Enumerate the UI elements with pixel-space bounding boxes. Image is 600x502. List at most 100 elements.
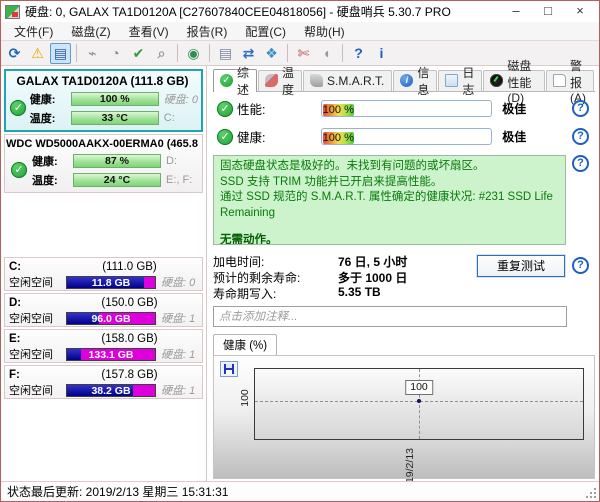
chart-tab-row: 健康 (%) — [213, 333, 595, 355]
power-on-time-value: 76 日, 5 小时 — [338, 253, 407, 269]
status-last-update: 状态最后更新: 2019/2/13 星期三 15:31:31 — [7, 483, 228, 500]
chart-y-tick: 100 — [239, 389, 251, 407]
alerts-icon[interactable]: ⚠ — [27, 43, 48, 64]
menu-help[interactable]: 帮助(H) — [295, 22, 354, 41]
floppy-icon — [224, 364, 234, 374]
display-off-icon[interactable]: ✄ — [293, 43, 314, 64]
toolbar-separator — [209, 44, 210, 62]
sound-icon[interactable]: ◖ — [316, 43, 337, 64]
menu-disk[interactable]: 磁盘(Z) — [62, 22, 119, 41]
status-bar: 状态最后更新: 2019/2/13 星期三 15:31:31 — [1, 481, 599, 501]
disk-card-wdc[interactable]: WDC WD5000AAKX-00ERMA0 (465.8 GB) ✓ 健康: … — [4, 134, 203, 193]
window-title: 硬盘: 0, GALAX TA1D0120A [C27607840CEE0481… — [25, 3, 501, 20]
comment-input[interactable] — [213, 306, 567, 327]
power-on-time-label: 加电时间: — [213, 253, 338, 269]
temp-label: 温度: — [30, 110, 66, 126]
free-space-label: 空闲空间 — [9, 346, 61, 362]
performance-help-icon[interactable]: ? — [572, 100, 589, 117]
partition-size: (157.8 GB) — [61, 369, 198, 381]
minimize-button[interactable]: – — [501, 2, 531, 21]
menu-file[interactable]: 文件(F) — [5, 22, 62, 41]
network-status-icon[interactable]: ◉ — [183, 43, 204, 64]
free-space-label: 空闲空间 — [9, 310, 61, 326]
menu-view[interactable]: 查看(V) — [120, 22, 178, 41]
stats-section: 加电时间: 76 日, 5 小时 预计的剩余寿命: 多于 1000 日 寿命期写… — [213, 253, 595, 301]
health-ok-icon: ✓ — [10, 100, 26, 116]
chart-tab-health[interactable]: 健康 (%) — [213, 334, 277, 356]
maximize-button[interactable]: □ — [533, 2, 563, 21]
information-icon: i — [400, 74, 413, 87]
health-row: ✓ 健康: 100 % 极佳 ? — [213, 125, 595, 148]
menu-config[interactable]: 配置(C) — [236, 22, 295, 41]
performance-ok-icon: ✓ — [217, 101, 233, 117]
retest-help-icon[interactable]: ? — [572, 257, 589, 274]
partition-size: (111.0 GB) — [61, 261, 198, 273]
partition-card-d[interactable]: D: (150.0 GB) 空闲空间 96.0 GB 硬盘: 1 — [4, 293, 203, 327]
health-gauge: 100 % — [71, 92, 159, 106]
retest-button[interactable]: 重复测试 — [477, 255, 565, 277]
partition-size: (158.0 GB) — [61, 333, 198, 345]
health-help-icon[interactable]: ? — [572, 128, 589, 145]
free-space-bar: 96.0 GB — [66, 312, 156, 325]
health-chart: 100 100 2019/2/13 — [213, 355, 595, 479]
tab-overview[interactable]: ✓ 综述 — [213, 69, 257, 92]
health-label: 健康: — [30, 91, 66, 107]
health-gauge: 87 % — [73, 154, 161, 168]
alerts-page-icon — [553, 74, 566, 87]
status-action: 无需动作。 — [220, 233, 559, 245]
log-icon — [445, 74, 458, 87]
partition-letter: E: — [9, 333, 61, 345]
detect-disks-icon[interactable]: ▤ — [50, 43, 71, 64]
status-line: 固态硬盘状态是极好的。未找到有问题的或坏扇区。 — [220, 159, 559, 175]
free-space-label: 空闲空间 — [9, 382, 61, 398]
tab-alerts[interactable]: 警报(A) — [546, 70, 594, 91]
info-icon[interactable]: i — [371, 43, 392, 64]
tab-disk-performance[interactable]: 磁盘性能(D) — [483, 70, 545, 91]
disk-number: 硬盘: 0 — [164, 91, 198, 107]
tab-smart[interactable]: S.M.A.R.T. — [303, 70, 392, 91]
tab-temperature[interactable]: 温度 — [258, 70, 302, 91]
save-chart-button[interactable] — [220, 361, 238, 377]
toolbar-separator — [177, 44, 178, 62]
resize-grip[interactable] — [585, 487, 597, 499]
partition-letter: F: — [9, 369, 61, 381]
temp-label: 温度: — [32, 172, 68, 188]
health-label: 健康: — [32, 153, 68, 169]
status-line: 通过 SSD 规范的 S.M.A.R.T. 属性确定的健康状况: #231 SS… — [220, 190, 559, 221]
disk-search-icon[interactable]: ⌕ — [151, 43, 172, 64]
close-button[interactable]: × — [565, 2, 595, 21]
free-space-bar: 11.8 GB — [66, 276, 156, 289]
report-icon[interactable]: ▤ — [215, 43, 236, 64]
disk-ok-icon[interactable]: ✔ — [128, 43, 149, 64]
remaining-lifetime-value: 多于 1000 日 — [338, 269, 407, 285]
tab-log[interactable]: 日志 — [438, 70, 482, 91]
partition-disk-number: 硬盘: 1 — [161, 346, 198, 362]
temp-gauge: 33 °C — [71, 111, 159, 125]
partition-letter: C: — [9, 261, 61, 273]
disk-card-galax[interactable]: GALAX TA1D0120A (111.8 GB) ✓ 健康: 100 % 硬… — [4, 69, 203, 132]
status-info-row: 固态硬盘状态是极好的。未找到有问题的或坏扇区。 SSD 支持 TRIM 功能并已… — [213, 155, 595, 245]
help-icon[interactable]: ? — [348, 43, 369, 64]
chart-point-label: 100 — [405, 380, 433, 395]
tab-information[interactable]: i 信息 — [393, 70, 437, 91]
free-space-value: 11.8 GB — [67, 277, 155, 288]
partition-card-e[interactable]: E: (158.0 GB) 空闲空间 133.1 GB 硬盘: 1 — [4, 329, 203, 363]
menu-report[interactable]: 报告(R) — [178, 22, 237, 41]
health-bar: 100 % — [321, 128, 493, 145]
partition-size: (150.0 GB) — [61, 297, 198, 309]
main-panel: ✓ 综述 温度 S.M.A.R.T. i 信息 日志 — [207, 66, 599, 481]
sidebar-spacer — [4, 195, 203, 257]
disk-title: WDC WD5000AAKX-00ERMA0 (465.8 GB) — [6, 136, 199, 151]
performance-label: 性能: — [237, 99, 321, 118]
health-ok-icon: ✓ — [217, 129, 233, 145]
sync-icon[interactable]: ⇄ — [238, 43, 259, 64]
partition-card-c[interactable]: C: (111.0 GB) 空闲空间 11.8 GB 硬盘: 0 — [4, 257, 203, 291]
refresh-icon[interactable]: ⟳ — [4, 43, 25, 64]
remote-icon[interactable]: ❖ — [261, 43, 282, 64]
status-help-icon[interactable]: ? — [572, 155, 589, 172]
disk-title: GALAX TA1D0120A (111.8 GB) — [7, 72, 198, 89]
partition-card-f[interactable]: F: (157.8 GB) 空闲空间 38.2 GB 硬盘: 1 — [4, 365, 203, 399]
surface-test-icon[interactable]: ⌁ — [82, 43, 103, 64]
app-icon — [5, 5, 20, 19]
disk-clock-icon[interactable]: ◔ — [105, 43, 126, 64]
